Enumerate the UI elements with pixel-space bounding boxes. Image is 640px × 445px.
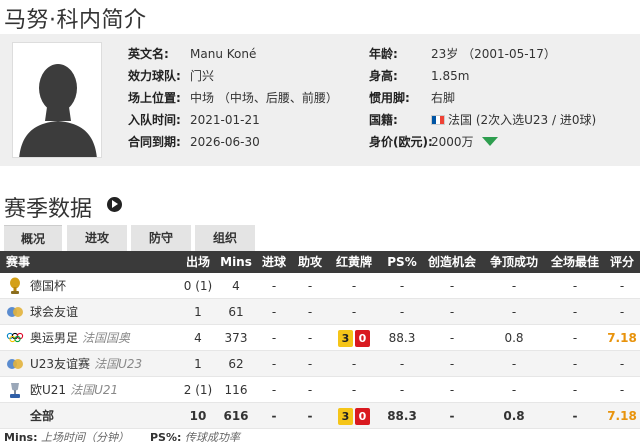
info-english-name: 英文名: Manu Koné	[128, 47, 257, 61]
cards-cell: 30	[332, 403, 376, 429]
friendly-icon	[7, 359, 23, 369]
col-apps: 出场	[185, 255, 210, 269]
cards-cell: 30	[332, 325, 376, 351]
table-row: 德国杯 0 (1) 4 - - - - - - - -	[0, 273, 640, 299]
trophy-icon	[10, 277, 20, 294]
col-rating: 评分	[609, 255, 634, 269]
value-down-icon	[481, 137, 498, 146]
col-cards: 红黄牌	[335, 255, 372, 269]
tab-defense[interactable]: 防守	[131, 225, 191, 251]
info-age: 年龄: 23岁 （2001-05-17）	[369, 47, 556, 61]
total-label: 全部	[30, 409, 55, 423]
col-goals: 进球	[261, 255, 286, 269]
col-aerial: 争顶成功	[489, 255, 538, 269]
col-motm: 全场最佳	[550, 255, 599, 269]
rating-value: 7.18	[607, 331, 637, 345]
red-card: 0	[355, 330, 370, 347]
player-avatar	[12, 42, 102, 158]
info-position: 场上位置: 中场 （中场、后腰、前腰）	[128, 91, 338, 105]
table-footnote: Mins: 上场时间（分钟） PS%: 传球成功率	[4, 431, 240, 444]
tab-attack[interactable]: 进攻	[67, 225, 127, 251]
info-preferred-foot: 惯用脚: 右脚	[369, 91, 456, 105]
col-assists: 助攻	[297, 255, 322, 269]
arrow-right-icon[interactable]	[107, 197, 122, 212]
table-row: U23友谊赛 法国U23 1 62 - - - - - - - -	[0, 351, 640, 377]
info-nationality: 国籍: 法国 (2次入选U23 / 进0球)	[369, 113, 597, 127]
france-flag-icon	[431, 115, 445, 125]
euro-u21-icon	[10, 383, 20, 398]
competition-name[interactable]: 球会友谊	[30, 299, 78, 325]
info-market-value: 身价(欧元): 2000万	[369, 133, 629, 151]
competition-name[interactable]: 奥运男足 法国国奥	[30, 325, 130, 351]
col-competition: 赛事	[6, 255, 31, 269]
silhouette-icon	[13, 43, 101, 157]
season-title: 赛季数据	[4, 197, 93, 222]
info-join-date: 入队时间: 2021-01-21	[128, 113, 260, 127]
table-header: 赛事 出场 Mins 进球 助攻 红黄牌 PS% 创造机会 争顶成功 全场最佳 …	[0, 251, 640, 273]
friendly-icon	[7, 307, 23, 317]
olympic-rings-icon	[6, 332, 24, 343]
team-name[interactable]: 法国国奥	[82, 331, 130, 345]
table-row: 球会友谊 1 61 - - - - - - - -	[0, 299, 640, 325]
yellow-card: 3	[338, 330, 353, 347]
page-title: 马努·科内简介	[4, 8, 147, 33]
info-team: 效力球队: 门兴	[128, 69, 215, 83]
rating-value: 7.18	[607, 409, 637, 423]
yellow-card: 3	[338, 408, 353, 425]
red-card: 0	[355, 408, 370, 425]
info-contract-end: 合同到期: 2026-06-30	[128, 135, 260, 149]
team-name[interactable]: 法国U23	[94, 357, 142, 371]
tab-organize[interactable]: 组织	[195, 225, 255, 251]
table-row: 奥运男足 法国国奥 4 373 - - 30 88.3 - 0.8 - 7.18	[0, 325, 640, 351]
table-total-row: 全部 10 616 - - 30 88.3 - 0.8 - 7.18	[0, 403, 640, 429]
table-row: 欧U21 法国U21 2 (1) 116 - - - - - - - -	[0, 377, 640, 403]
info-height: 身高: 1.85m	[369, 69, 470, 83]
col-ps: PS%	[387, 255, 417, 269]
competition-name[interactable]: 欧U21 法国U21	[30, 377, 118, 403]
col-mins: Mins	[220, 255, 252, 269]
tab-overview[interactable]: 概况	[4, 225, 62, 251]
team-name[interactable]: 法国U21	[70, 383, 118, 397]
col-chances: 创造机会	[427, 255, 476, 269]
competition-name[interactable]: U23友谊赛 法国U23	[30, 351, 142, 377]
competition-name[interactable]: 德国杯	[30, 273, 66, 299]
player-profile-panel: 英文名: Manu Koné 效力球队: 门兴 场上位置: 中场 （中场、后腰、…	[0, 34, 640, 166]
